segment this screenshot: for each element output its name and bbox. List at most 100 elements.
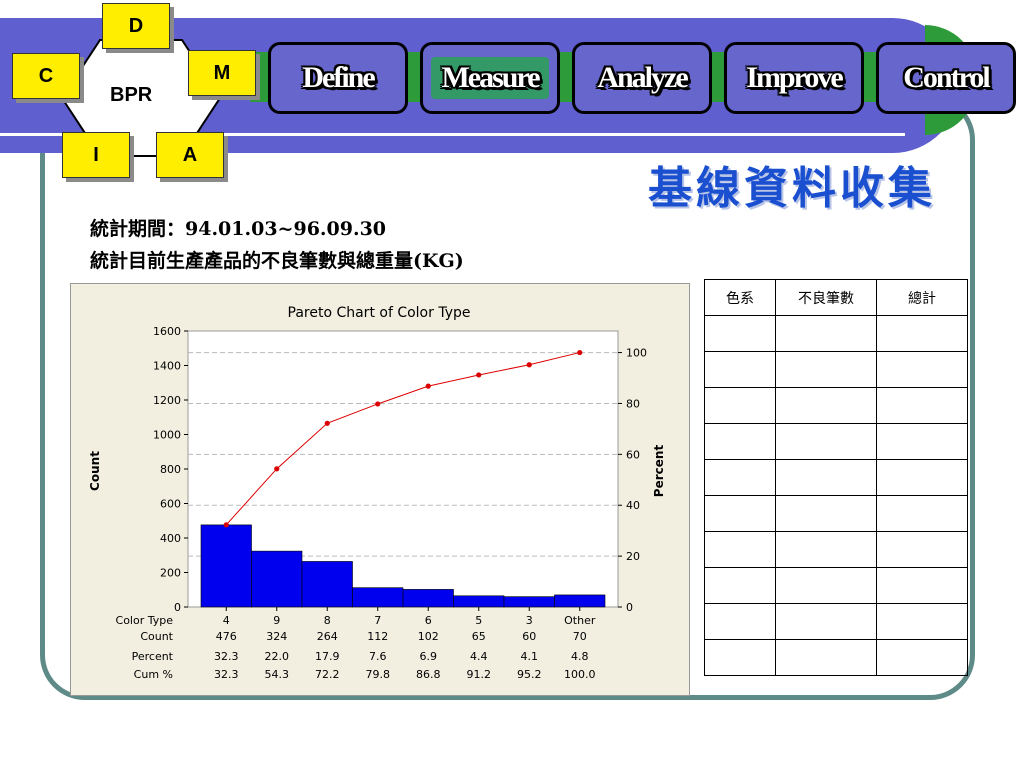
chart-row-value: 4.8 — [571, 650, 589, 663]
chart-row-value: 8 — [324, 614, 331, 627]
table-cell[interactable] — [704, 387, 776, 424]
chart-row-value: Other — [564, 614, 596, 627]
table-cell[interactable] — [876, 315, 968, 352]
bar — [352, 587, 404, 608]
cumulative-point — [324, 420, 330, 426]
nav-control-button[interactable]: Control — [876, 42, 1016, 114]
table-cell[interactable] — [704, 567, 776, 604]
pareto-chart: Pareto Chart of Color Type 0200400600800… — [88, 305, 666, 681]
table-cell[interactable] — [876, 567, 968, 604]
y2-tick-label: 0 — [626, 601, 633, 614]
cumulative-point — [223, 522, 229, 528]
y-tick-label: 400 — [160, 532, 181, 545]
nav-measure-label: Measure — [431, 57, 549, 99]
bpr-step-i[interactable]: I — [62, 132, 130, 178]
table-row-label: Percent — [132, 650, 174, 663]
chart-row-value: 6.9 — [420, 650, 438, 663]
chart-row-value: 100.0 — [564, 668, 596, 681]
table-cell[interactable] — [775, 387, 877, 424]
chart-row-value: 91.2 — [467, 668, 492, 681]
bpr-center-label: BPR — [110, 84, 153, 106]
bar — [251, 550, 303, 608]
chart-row-value: 264 — [317, 630, 338, 643]
chart-row-value: 324 — [266, 630, 287, 643]
y2-tick-label: 20 — [626, 550, 640, 563]
table-row — [704, 639, 968, 676]
nav-improve-button[interactable]: Improve — [724, 42, 864, 114]
chart-row-value: 32.3 — [214, 668, 239, 681]
info-period: 統計期間：94.01.03~96.09.30 — [90, 218, 387, 240]
bpr-step-a[interactable]: A — [156, 132, 224, 178]
chart-row-value: 22.0 — [265, 650, 290, 663]
chart-row-value: 4.4 — [470, 650, 488, 663]
chart-row-value: 86.8 — [416, 668, 441, 681]
cumulative-point — [274, 466, 280, 472]
bar — [453, 595, 505, 608]
y2-tick-label: 60 — [626, 448, 640, 461]
table-cell[interactable] — [704, 423, 776, 460]
chart-row-value: 70 — [573, 630, 587, 643]
nav-define-button[interactable]: Define — [268, 42, 408, 114]
table-cell[interactable] — [775, 603, 877, 640]
table-cell[interactable] — [775, 459, 877, 496]
table-cell[interactable] — [876, 351, 968, 388]
bpr-step-m[interactable]: M — [188, 50, 256, 96]
chart-row-value: 4 — [223, 614, 230, 627]
y-tick-label: 1000 — [153, 429, 181, 442]
table-row-label: Cum % — [134, 668, 173, 681]
chart-row-value: 102 — [418, 630, 439, 643]
bpr-step-d[interactable]: D — [102, 3, 170, 49]
table-cell[interactable] — [876, 603, 968, 640]
table-header-color: 色系 — [704, 279, 776, 316]
bar — [554, 594, 606, 608]
chart-row-value: 3 — [526, 614, 533, 627]
table-cell[interactable] — [775, 531, 877, 568]
table-row-label: Color Type — [116, 614, 174, 627]
table-cell[interactable] — [775, 351, 877, 388]
table-cell[interactable] — [704, 351, 776, 388]
table-cell[interactable] — [704, 639, 776, 676]
nav-measure-button[interactable]: Measure — [420, 42, 560, 114]
table-cell[interactable] — [775, 495, 877, 532]
table-cell[interactable] — [704, 459, 776, 496]
pareto-chart-panel: Pareto Chart of Color Type 0 200 400 600 800… — [70, 283, 690, 696]
nav-control-label: Control — [903, 61, 990, 94]
nav-analyze-button[interactable]: Analyze — [572, 42, 712, 114]
chart-row-value: 7.6 — [369, 650, 387, 663]
chart-row-value: 95.2 — [517, 668, 542, 681]
chart-row-value: 65 — [472, 630, 486, 643]
table-cell[interactable] — [876, 459, 968, 496]
table-cell[interactable] — [704, 603, 776, 640]
y-tick-label: 0 — [174, 601, 181, 614]
table-cell[interactable] — [775, 315, 877, 352]
table-cell[interactable] — [876, 423, 968, 460]
info-description: 統計目前生產產品的不良筆數與總重量(KG) — [90, 250, 464, 272]
table-row — [704, 459, 968, 496]
table-cell[interactable] — [876, 495, 968, 532]
nav-improve-label: Improve — [746, 61, 843, 94]
table-cell[interactable] — [876, 387, 968, 424]
y2-tick-label: 80 — [626, 397, 640, 410]
bpr-step-c[interactable]: C — [12, 53, 80, 99]
chart-row-value: 7 — [374, 614, 381, 627]
table-cell[interactable] — [704, 531, 776, 568]
table-cell[interactable] — [704, 495, 776, 532]
table-cell[interactable] — [775, 567, 877, 604]
table-cell[interactable] — [876, 639, 968, 676]
chart-row-value: 79.8 — [366, 668, 391, 681]
table-cell[interactable] — [704, 315, 776, 352]
table-cell[interactable] — [876, 531, 968, 568]
table-cell[interactable] — [775, 639, 877, 676]
y-tick-label: 800 — [160, 463, 181, 476]
table-row — [704, 531, 968, 568]
bar — [402, 589, 454, 608]
y2-tick-label: 40 — [626, 499, 640, 512]
y-tick-label: 200 — [160, 567, 181, 580]
chart-row-value: 5 — [475, 614, 482, 627]
cumulative-point — [577, 349, 583, 356]
table-cell[interactable] — [775, 423, 877, 460]
nav-define-label: Define — [302, 61, 375, 94]
table-header-total: 總計 — [876, 279, 968, 316]
chart-row-value: 112 — [367, 630, 388, 643]
y-tick-label: 1400 — [153, 360, 181, 373]
